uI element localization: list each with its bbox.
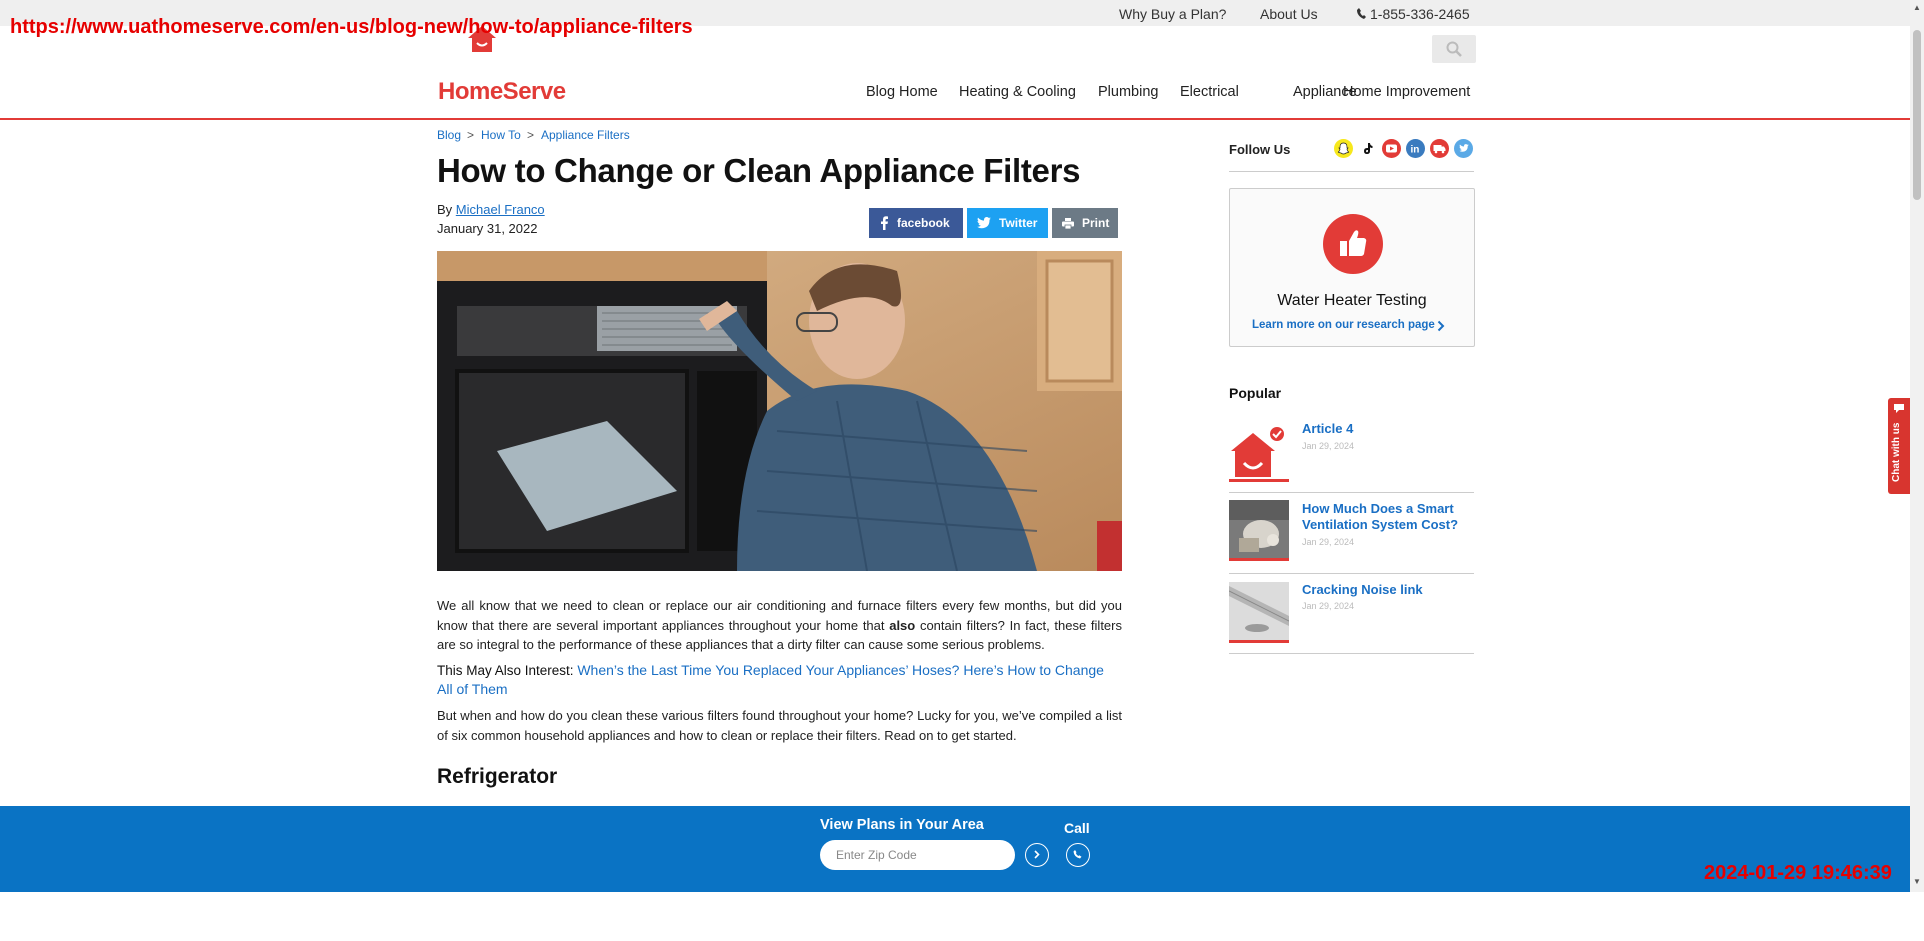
snapchat-icon[interactable] — [1334, 139, 1353, 158]
paragraph-emphasis: also — [889, 617, 916, 633]
tiktok-icon[interactable] — [1358, 139, 1377, 158]
sidebar-divider — [1229, 573, 1474, 574]
breadcrumb-separator: > — [467, 128, 475, 142]
byline-label: By — [437, 202, 453, 217]
twitter-label: Twitter — [999, 216, 1038, 230]
overlay-url: https://www.uathomeserve.com/en-us/blog-… — [10, 16, 693, 38]
call-button[interactable] — [1066, 843, 1090, 867]
card-title: Water Heater Testing — [1277, 292, 1427, 309]
popular-article-1-link[interactable]: Article 4 — [1302, 421, 1477, 437]
article-paragraph-1: We all know that we need to clean or rep… — [437, 596, 1122, 655]
view-plans-label: View Plans in Your Area — [820, 817, 984, 833]
chevron-right-icon — [1034, 850, 1040, 859]
nav-electrical[interactable]: Electrical — [1180, 84, 1239, 100]
nav-heating-cooling[interactable]: Heating & Cooling — [959, 84, 1076, 100]
popular-thumbnail[interactable] — [1229, 421, 1289, 482]
site-header — [0, 26, 1910, 120]
breadcrumb-how-to[interactable]: How To — [481, 128, 521, 142]
chat-label: Chat with us — [1891, 422, 1902, 482]
linkedin-icon[interactable]: in — [1406, 139, 1425, 158]
facebook-icon — [881, 216, 888, 230]
chevron-right-icon — [1437, 319, 1445, 335]
nav-blog-home[interactable]: Blog Home — [866, 84, 938, 100]
scroll-up-arrow[interactable]: ▲ — [1913, 3, 1921, 12]
popular-article-2-link[interactable]: How Much Does a Smart Ventilation System… — [1302, 501, 1477, 533]
blank-area — [0, 892, 1924, 941]
popular-article-2-date: Jan 29, 2024 — [1302, 537, 1355, 547]
zip-code-input[interactable] — [820, 840, 1015, 870]
sidebar-divider — [1229, 492, 1474, 493]
search-icon — [1446, 41, 1462, 57]
twitter-icon[interactable] — [1454, 139, 1473, 158]
twitter-icon — [977, 217, 991, 229]
youtube-icon[interactable] — [1382, 139, 1401, 158]
follow-us-label: Follow Us — [1229, 142, 1291, 157]
phone-link[interactable]: 1-855-336-2465 — [1370, 6, 1470, 22]
call-label: Call — [1064, 820, 1090, 836]
hero-image — [437, 251, 1122, 571]
popular-thumbnail[interactable] — [1229, 500, 1289, 561]
popular-article-1-date: Jan 29, 2024 — [1302, 441, 1355, 451]
sidebar-divider — [1229, 171, 1474, 172]
chat-bubble-icon — [1894, 404, 1904, 413]
popular-heading: Popular — [1229, 385, 1282, 401]
popular-article-3-link[interactable]: Cracking Noise link — [1302, 582, 1477, 598]
truck-icon[interactable] — [1430, 139, 1449, 158]
house-smile-icon — [1231, 425, 1286, 477]
phone-icon — [1357, 6, 1366, 22]
phone-icon — [1073, 850, 1082, 859]
svg-text:in: in — [1411, 145, 1420, 156]
print-icon — [1062, 217, 1074, 229]
author-link[interactable]: Michael Franco — [456, 202, 545, 217]
facebook-share-button[interactable]: facebook — [869, 208, 963, 238]
popular-article-3-date: Jan 29, 2024 — [1302, 601, 1355, 611]
why-buy-link[interactable]: Why Buy a Plan? — [1119, 6, 1226, 22]
logo-text: HomeServe — [438, 78, 566, 105]
overlay-timestamp: 2024-01-29 19:46:39 — [1704, 862, 1892, 884]
related-article: This May Also Interest: When’s the Last … — [437, 661, 1122, 699]
scrollbar-thumb[interactable] — [1913, 30, 1921, 200]
about-us-link[interactable]: About Us — [1260, 6, 1318, 22]
thumbs-up-icon — [1323, 214, 1383, 274]
sidebar-divider — [1229, 653, 1474, 654]
byline: By Michael Franco — [437, 202, 545, 217]
pipe-photo — [1229, 582, 1289, 640]
research-page-link[interactable]: Learn more on our research page — [1252, 319, 1435, 331]
breadcrumb-current[interactable]: Appliance Filters — [541, 128, 630, 142]
nav-plumbing[interactable]: Plumbing — [1098, 84, 1158, 100]
facebook-label: facebook — [897, 216, 950, 230]
print-label: Print — [1082, 216, 1110, 230]
research-card[interactable]: Water Heater Testing Learn more on our r… — [1229, 188, 1475, 347]
ventilation-photo — [1229, 500, 1289, 558]
print-button[interactable]: Print — [1052, 208, 1118, 238]
related-label: This May Also Interest: — [437, 663, 578, 678]
search-button[interactable] — [1432, 35, 1476, 63]
zip-submit-button[interactable] — [1025, 843, 1049, 867]
breadcrumb-blog[interactable]: Blog — [437, 128, 461, 142]
nav-home-improvement[interactable]: Home Improvement — [1343, 84, 1470, 100]
article-date: January 31, 2022 — [437, 221, 538, 236]
hero-illustration — [437, 251, 1122, 571]
article-title: How to Change or Clean Appliance Filters — [437, 152, 1081, 189]
article-paragraph-2: But when and how do you clean these vari… — [437, 708, 1122, 743]
breadcrumb-separator: > — [527, 128, 535, 142]
section-heading: Refrigerator — [437, 765, 558, 788]
twitter-share-button[interactable]: Twitter — [967, 208, 1048, 238]
popular-thumbnail[interactable] — [1229, 582, 1289, 643]
scroll-down-arrow[interactable]: ▼ — [1913, 877, 1921, 886]
